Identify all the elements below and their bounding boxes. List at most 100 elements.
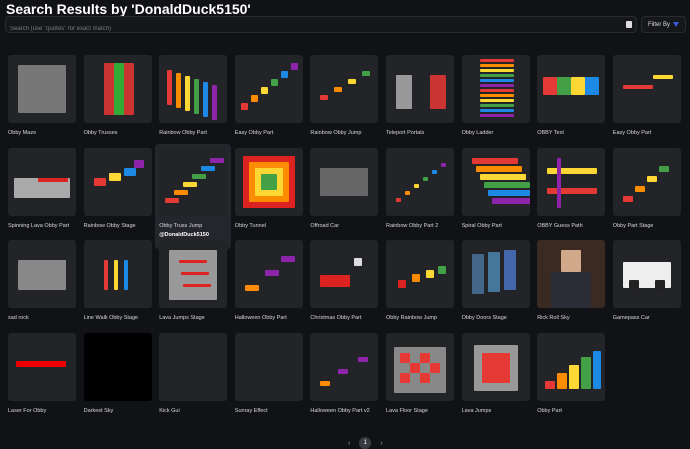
item-thumbnail[interactable] <box>461 240 530 309</box>
result-item[interactable]: Rainbow Obby Part <box>159 55 228 136</box>
result-item[interactable]: Obby Ladder <box>461 55 530 136</box>
item-name[interactable]: Rainbow Obby Part <box>159 130 227 136</box>
result-item[interactable]: Rainbow Obby Stage <box>83 147 152 229</box>
item-name[interactable]: Obby Tunnel <box>235 223 303 229</box>
item-thumbnail[interactable] <box>8 333 76 402</box>
result-item[interactable]: Easy Obby Part <box>612 55 681 136</box>
result-item[interactable]: Lava Jumps Stage <box>159 240 228 321</box>
item-thumbnail[interactable] <box>234 147 303 216</box>
result-item[interactable]: Line Walk Obby Stage <box>83 240 152 321</box>
item-name[interactable]: Line Walk Obby Stage <box>84 315 152 321</box>
result-item[interactable]: Obby Trusses <box>83 55 152 136</box>
result-item[interactable]: Easy Obby Part <box>234 55 303 136</box>
item-name[interactable]: Rick Roll Sky <box>537 315 605 321</box>
search-bar[interactable] <box>5 16 637 37</box>
result-item[interactable]: Laser For Obby <box>8 333 76 414</box>
result-item[interactable]: Offroad Car <box>310 147 379 229</box>
result-item[interactable]: Obby Part <box>537 333 606 414</box>
item-name[interactable]: Obby Part <box>537 408 605 414</box>
item-thumbnail[interactable] <box>537 333 606 402</box>
result-item[interactable]: Rick Roll Sky <box>537 240 606 321</box>
item-name[interactable]: OBBY Text <box>537 130 605 136</box>
image-icon[interactable] <box>626 21 632 28</box>
item-name[interactable]: Easy Obby Part <box>613 130 681 136</box>
item-name[interactable]: Sunray Effect <box>235 408 303 414</box>
item-thumbnail[interactable] <box>159 147 228 216</box>
result-item[interactable]: Halloween Obby Part v2 <box>310 333 379 414</box>
item-thumbnail[interactable] <box>83 147 152 216</box>
result-item[interactable]: Rainbow Obby Part 2 <box>386 147 454 229</box>
item-thumbnail[interactable] <box>310 147 379 216</box>
item-thumbnail[interactable] <box>461 333 530 402</box>
item-thumbnail[interactable] <box>83 333 152 402</box>
item-thumbnail[interactable] <box>386 147 454 216</box>
item-name[interactable]: Kick Gui <box>159 408 227 414</box>
item-thumbnail[interactable] <box>8 55 76 123</box>
item-name[interactable]: Christmas Obby Part <box>310 315 378 321</box>
result-item[interactable]: Darkest Sky <box>83 333 152 414</box>
item-name[interactable]: Obby Rainbow Jump <box>386 315 454 321</box>
item-thumbnail[interactable] <box>159 55 228 123</box>
result-item[interactable]: Gamepass Car <box>612 240 681 321</box>
result-item[interactable]: Halloween Obby Part <box>234 240 303 321</box>
item-name[interactable]: Obby Truss Jump <box>159 223 227 229</box>
item-thumbnail[interactable] <box>310 240 379 309</box>
result-item[interactable]: Obby Rainbow Jump <box>386 240 454 321</box>
item-name[interactable]: Halloween Obby Part <box>235 315 303 321</box>
item-thumbnail[interactable] <box>8 240 76 309</box>
result-item[interactable]: Rainbow Obby Jump <box>310 55 379 136</box>
item-name[interactable]: Spiral Obby Part <box>462 223 530 229</box>
item-thumbnail[interactable] <box>386 333 454 402</box>
result-item[interactable]: Christmas Obby Part <box>310 240 379 321</box>
item-name[interactable]: sad rock <box>8 315 76 321</box>
result-item[interactable]: Obby Tunnel <box>234 147 303 229</box>
filter-button[interactable]: Filter By <box>641 16 686 33</box>
item-thumbnail[interactable] <box>8 147 76 216</box>
item-thumbnail[interactable] <box>83 55 152 123</box>
page-1-button[interactable]: 1 <box>359 437 372 449</box>
item-thumbnail[interactable] <box>537 147 606 216</box>
item-name[interactable]: Gamepass Car <box>613 315 681 321</box>
item-thumbnail[interactable] <box>386 55 454 123</box>
item-name[interactable]: Obby Maze <box>8 130 76 136</box>
search-input[interactable] <box>6 21 614 37</box>
item-thumbnail[interactable] <box>461 147 530 216</box>
result-item[interactable]: sad rock <box>8 240 76 321</box>
item-name[interactable]: Obby Doors Stage <box>462 315 530 321</box>
item-thumbnail[interactable] <box>234 333 303 402</box>
item-thumbnail[interactable] <box>537 55 606 123</box>
result-item[interactable]: Spiral Obby Part <box>461 147 530 229</box>
next-page-button[interactable]: › <box>380 440 382 447</box>
item-thumbnail[interactable] <box>83 240 152 309</box>
item-name[interactable]: Lava Floor Stage <box>386 408 454 414</box>
item-name[interactable]: Lava Jumps Stage <box>159 315 227 321</box>
result-item[interactable]: OBBY Text <box>537 55 606 136</box>
item-name[interactable]: Laser For Obby <box>8 408 76 414</box>
item-thumbnail[interactable] <box>537 240 606 309</box>
item-thumbnail[interactable] <box>159 333 228 402</box>
item-name[interactable]: Offroad Car <box>310 223 378 229</box>
result-item[interactable]: Obby Truss Jump@DonaldDuck5150👍 91% (10+… <box>155 143 232 249</box>
prev-page-button[interactable]: ‹ <box>348 440 350 447</box>
item-name[interactable]: OBBY Guess Path <box>537 223 605 229</box>
item-thumbnail[interactable] <box>386 240 454 309</box>
item-thumbnail[interactable] <box>234 240 303 309</box>
result-item[interactable]: Spinning Lava Obby Part <box>8 147 76 229</box>
result-item[interactable]: OBBY Guess Path <box>537 147 606 229</box>
item-name[interactable]: Spinning Lava Obby Part <box>8 223 76 229</box>
result-item[interactable]: Teleport Portals <box>386 55 454 136</box>
result-item[interactable]: Obby Maze <box>8 55 76 136</box>
item-name[interactable]: Easy Obby Part <box>235 130 303 136</box>
item-name[interactable]: Teleport Portals <box>386 130 454 136</box>
item-name[interactable]: Rainbow Obby Stage <box>84 223 152 229</box>
item-thumbnail[interactable] <box>159 240 228 309</box>
result-item[interactable]: Obby Doors Stage <box>461 240 530 321</box>
result-item[interactable]: Obby Part Stage <box>612 147 681 229</box>
item-thumbnail[interactable] <box>612 240 681 309</box>
result-item[interactable]: Kick Gui <box>159 333 228 414</box>
item-name[interactable]: Rainbow Obby Jump <box>310 130 378 136</box>
item-name[interactable]: Halloween Obby Part v2 <box>310 408 378 414</box>
item-thumbnail[interactable] <box>461 55 530 123</box>
item-name[interactable]: Lava Jumps <box>462 408 530 414</box>
item-thumbnail[interactable] <box>234 55 303 123</box>
